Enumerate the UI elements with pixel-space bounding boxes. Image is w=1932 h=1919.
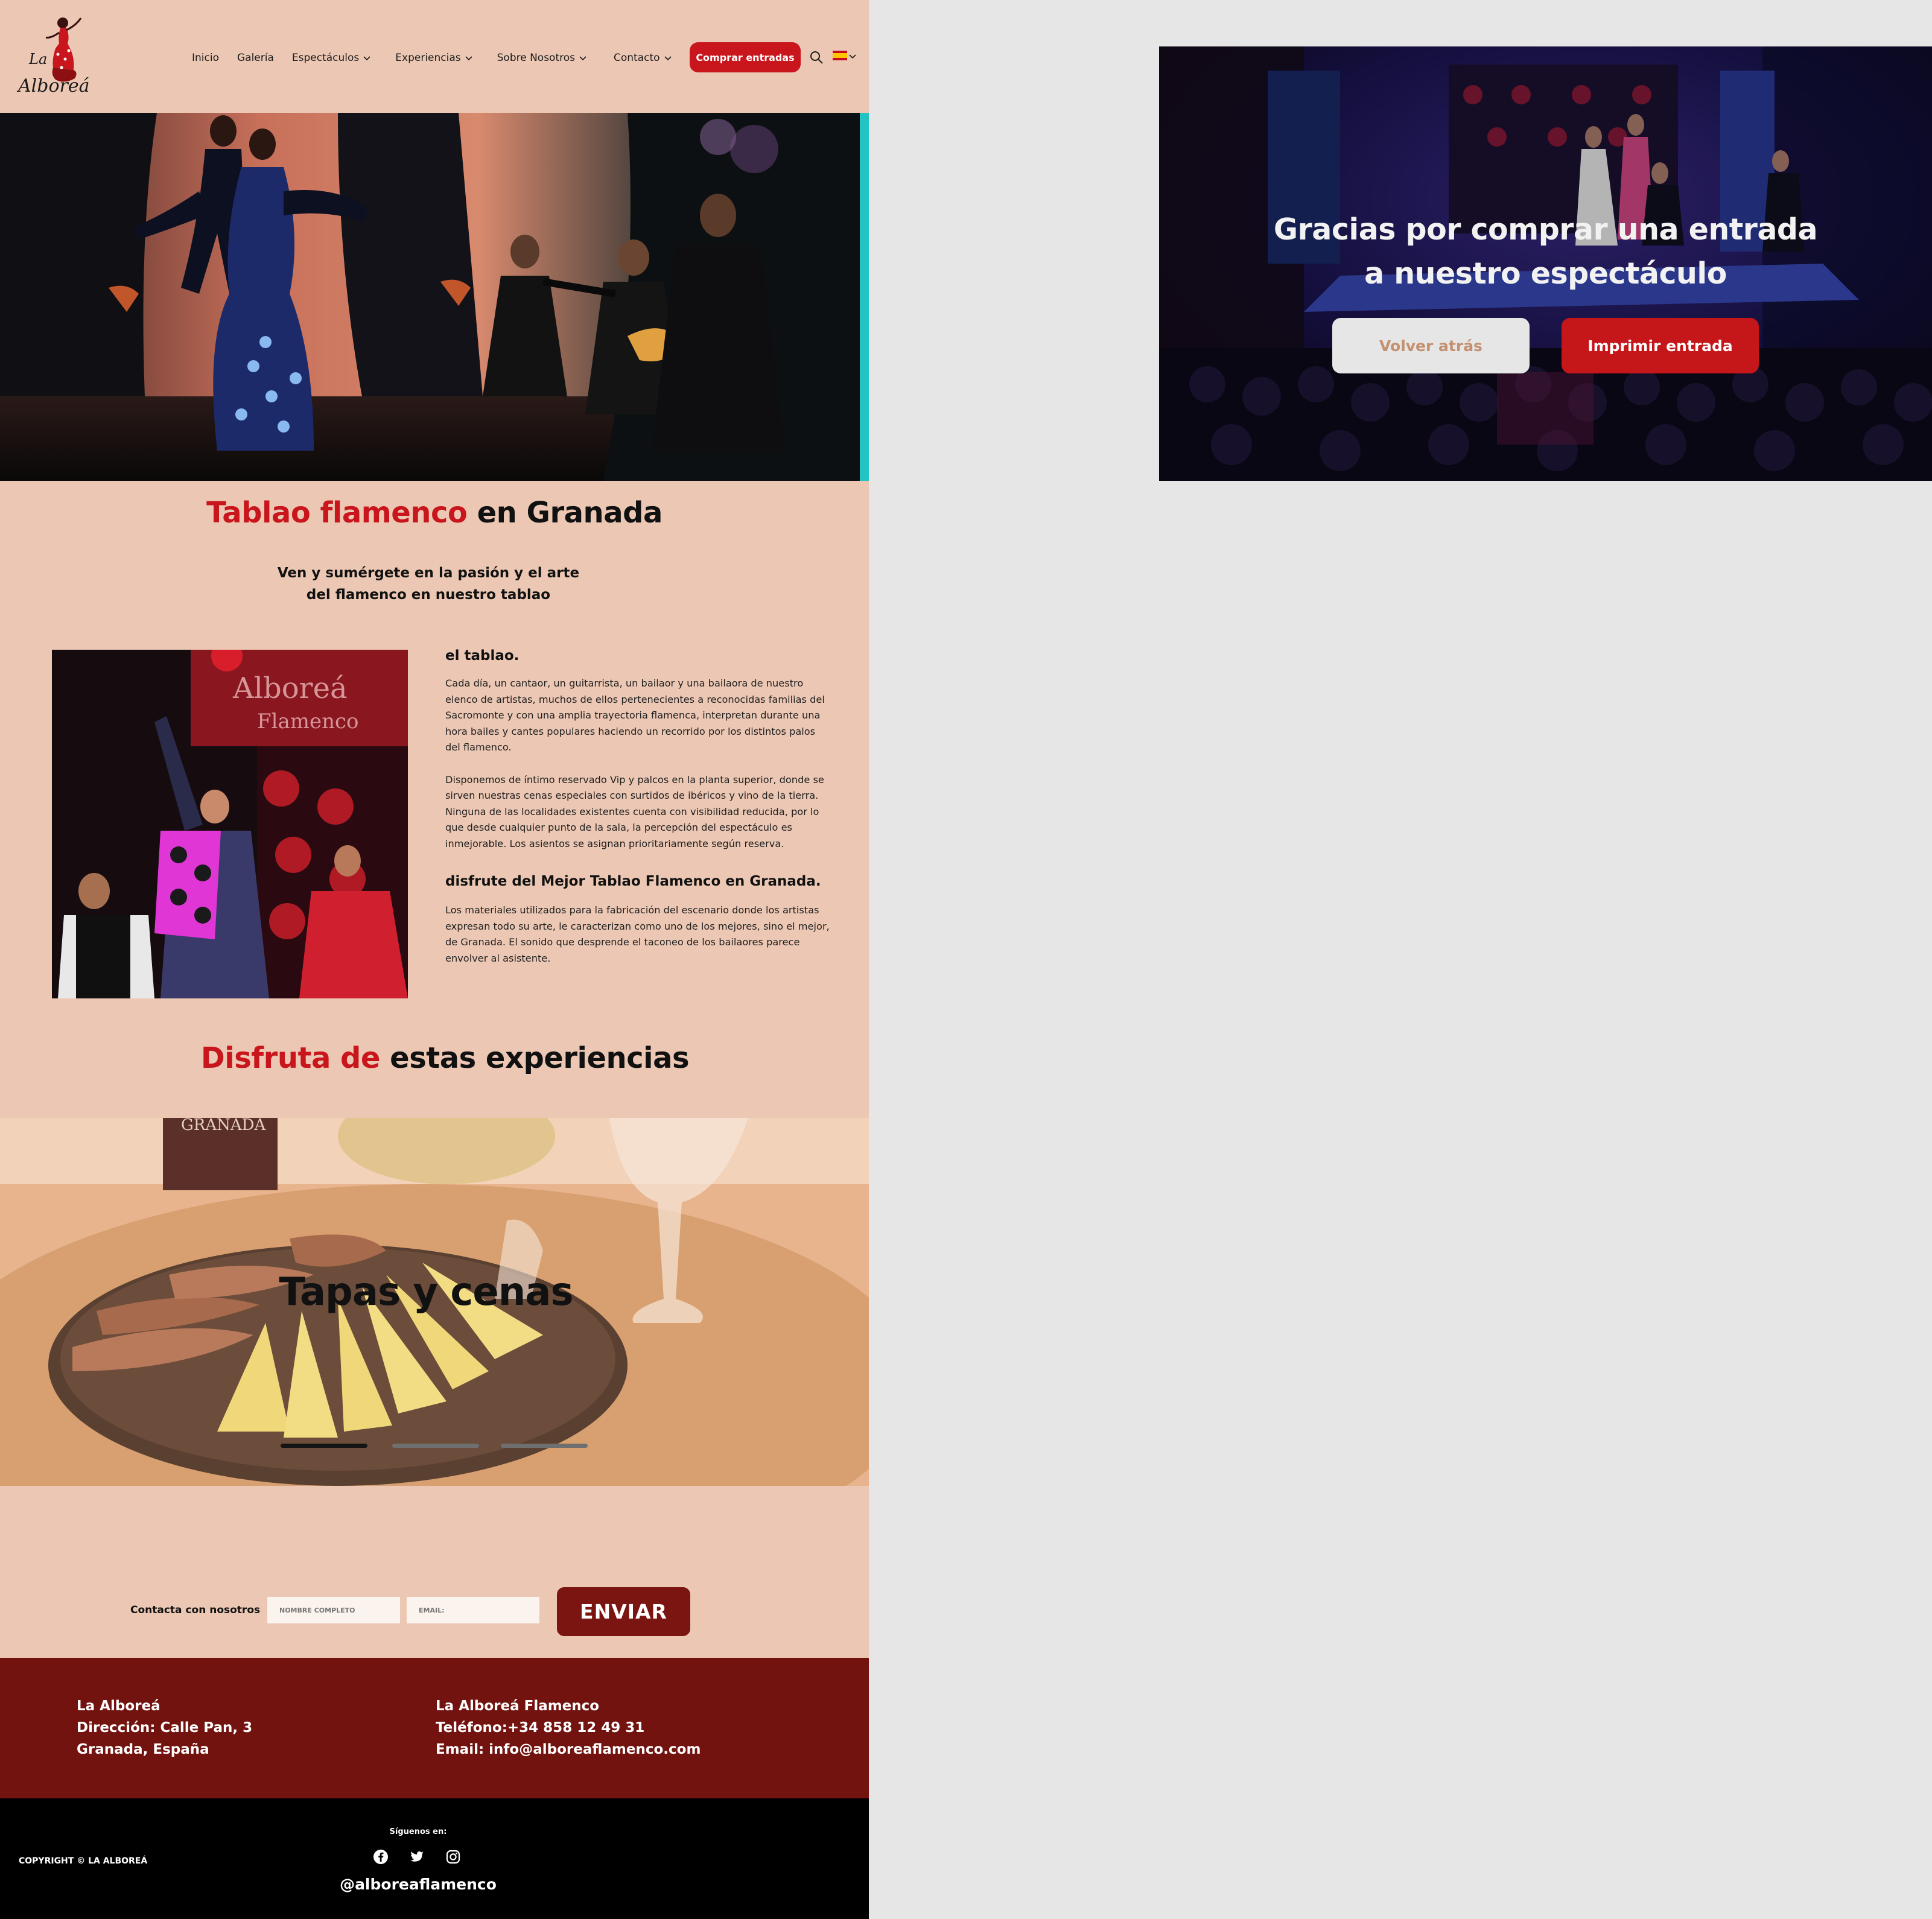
nav-label: Galería [237,52,274,64]
title-black-part: estas experiencias [380,1041,690,1075]
svg-text:GRANADA: GRANADA [181,1118,266,1134]
footer-address: La Alboreá Dirección: Calle Pan, 3 Grana… [77,1695,252,1760]
svg-text:Flamenco: Flamenco [257,709,359,734]
chevron-down-icon [363,56,370,61]
main-nav: Inicio Galería Espectáculos Experiencias… [192,46,672,70]
footer-line: Granada, España [77,1742,209,1757]
footer-phone[interactable]: Teléfono:+34 858 12 49 31 [436,1717,701,1739]
tablao-text: el tablao. Cada día, un cantaor, un guit… [445,648,831,983]
nav-contacto[interactable]: Contacto [614,52,672,64]
tablao-paragraph: Los materiales utilizados para la fabric… [445,904,830,964]
footer-contact: La Alboreá Flamenco Teléfono:+34 858 12 … [436,1695,701,1760]
footer-bottom-bar: COPYRIGHT © LA ALBOREÁ Síguenos en: @alb… [0,1798,869,1919]
footer-line: La Alboreá Flamenco [436,1698,600,1714]
svg-text:Alboreá: Alboreá [232,671,348,705]
landing-page: La Alboreá Inicio Galería Espectáculos E… [0,0,869,1919]
email-field[interactable] [407,1597,539,1623]
section-title-experiences: Disfruta de estas experiencias [0,1041,869,1075]
copyright: COPYRIGHT © LA ALBOREÁ [19,1856,148,1866]
title-line: a nuestro espectáculo [1364,256,1727,291]
carousel-dot[interactable] [392,1444,479,1448]
title-black-part: en Granada [467,496,663,530]
tablao-photo: Alboreá Flamenco [52,650,408,998]
footer-email[interactable]: Email: info@alboreaflamenco.com [436,1739,701,1760]
thank-you-title: Gracias por comprar una entrada a nuestr… [1159,208,1932,296]
logo-text-top: La [28,51,47,68]
chevron-down-icon[interactable] [848,52,857,60]
search-icon[interactable] [809,50,824,65]
carousel-dot[interactable] [281,1444,367,1448]
nav-label: Inicio [192,52,219,64]
footer-info: La Alboreá Dirección: Calle Pan, 3 Grana… [0,1658,869,1798]
site-header: La Alboreá Inicio Galería Espectáculos E… [0,0,869,113]
nav-experiencias[interactable]: Experiencias [395,52,472,64]
title-line: Gracias por comprar una entrada [1273,212,1818,247]
buy-tickets-button[interactable]: Comprar entradas [690,42,801,72]
logo[interactable]: La Alboreá [16,12,94,100]
footer-line: La Alboreá [77,1698,160,1714]
nav-label: Sobre Nosotros [497,52,576,64]
intro-subtitle: Ven y sumérgete en la pasión y el arte d… [253,562,603,606]
facebook-icon[interactable] [373,1849,389,1865]
chevron-down-icon [664,56,672,61]
hero-photo [0,113,869,481]
logo-text-bottom: Alboreá [16,75,90,97]
footer-line: Dirección: Calle Pan, 3 [77,1720,253,1736]
social-links [373,1849,461,1865]
section-title-tablao: Tablao flamenco en Granada [0,496,869,530]
tablao-paragraph: Disponemos de íntimo reservado Vip y pal… [445,773,824,849]
name-field[interactable] [267,1597,400,1623]
title-red-part: Tablao flamenco [206,496,468,530]
nav-galeria[interactable]: Galería [237,52,274,64]
spain-flag-icon[interactable] [833,51,847,60]
chevron-down-icon [465,56,472,61]
print-ticket-button[interactable]: Imprimir entrada [1562,318,1759,373]
nav-inicio[interactable]: Inicio [192,52,219,64]
tablao-paragraph: Cada día, un cantaor, un guitarrista, un… [445,677,825,753]
instagram-icon[interactable] [445,1849,461,1865]
send-button[interactable]: ENVIAR [557,1587,690,1636]
social-handle[interactable]: @alboreaflamenco [0,1876,836,1893]
nav-label: Experiencias [395,52,461,64]
follow-label: Síguenos en: [389,1827,447,1836]
title-red-part: Disfruta de [200,1041,381,1075]
slide-title: Tapas y cenas [279,1270,573,1315]
subtitle-line: del flamenco en nuestro tablao [306,587,551,603]
nav-label: Contacto [614,52,660,64]
experience-carousel[interactable]: GRANADA Tapas y cenas [0,1118,869,1486]
thank-you-panel: Gracias por comprar una entrada a nuestr… [1159,46,1932,481]
go-back-button[interactable]: Volver atrás [1332,318,1530,373]
tablao-heading-2: disfrute del Mejor Tablao Flamenco en Gr… [445,874,821,889]
contact-label: Contacta con nosotros [130,1604,261,1616]
carousel-dot[interactable] [501,1444,588,1448]
chevron-down-icon [579,56,586,61]
tablao-heading: el tablao. [445,648,520,664]
nav-espectaculos[interactable]: Espectáculos [292,52,371,64]
twitter-icon[interactable] [409,1849,425,1865]
subtitle-line: Ven y sumérgete en la pasión y el arte [277,565,580,581]
nav-sobre-nosotros[interactable]: Sobre Nosotros [497,52,587,64]
nav-label: Espectáculos [291,52,360,64]
